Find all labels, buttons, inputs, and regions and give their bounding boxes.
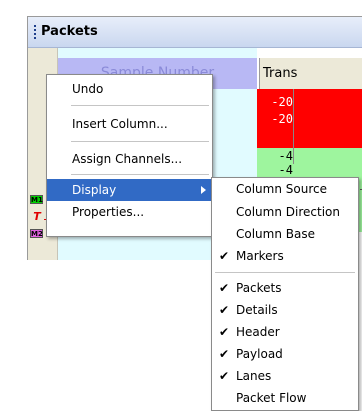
checkmark-icon: ✔ bbox=[219, 325, 230, 339]
submenu-item-label: Column Direction bbox=[236, 205, 340, 219]
column-header-trans[interactable]: Trans bbox=[259, 58, 362, 89]
submenu-item-label: Column Base bbox=[236, 227, 315, 241]
checkmark-icon: ✔ bbox=[219, 249, 230, 263]
menu-item-assign-channels[interactable]: Assign Channels... bbox=[47, 148, 212, 170]
cell-value: -20 bbox=[271, 95, 293, 109]
window-title: Packets bbox=[41, 24, 98, 39]
submenu-item-lanes[interactable]: ✔ Lanes bbox=[212, 365, 358, 387]
checkmark-icon: ✔ bbox=[219, 347, 230, 361]
submenu-item-label: Markers bbox=[236, 249, 284, 263]
marker-m2[interactable]: M2 bbox=[30, 229, 43, 238]
menu-item-display[interactable]: Display bbox=[47, 179, 212, 201]
submenu-item-label: Payload bbox=[236, 347, 283, 361]
drag-grip-icon[interactable] bbox=[34, 25, 36, 39]
column-separator bbox=[293, 89, 294, 164]
menu-separator bbox=[71, 105, 209, 106]
marker-trigger[interactable]: T bbox=[32, 211, 42, 222]
checkmark-icon: ✔ bbox=[219, 281, 230, 295]
submenu-item-column-direction[interactable]: Column Direction bbox=[212, 201, 358, 223]
menu-separator bbox=[71, 141, 209, 142]
submenu-item-label: Packet Flow bbox=[236, 391, 307, 405]
submenu-item-details[interactable]: ✔ Details bbox=[212, 299, 358, 321]
submenu-separator bbox=[215, 272, 355, 273]
submenu-item-header[interactable]: ✔ Header bbox=[212, 321, 358, 343]
menu-separator bbox=[71, 174, 209, 175]
submenu-item-label: Header bbox=[236, 325, 280, 339]
menu-item-insert-column[interactable]: Insert Column... bbox=[47, 113, 212, 135]
submenu-item-markers[interactable]: ✔ Markers bbox=[212, 245, 358, 267]
submenu-item-label: Packets bbox=[236, 281, 282, 295]
window-titlebar[interactable]: Packets bbox=[28, 17, 362, 48]
submenu-item-column-source[interactable]: Column Source bbox=[212, 178, 358, 200]
context-menu: Undo Insert Column... Assign Channels...… bbox=[46, 74, 213, 237]
submenu-item-label: Details bbox=[236, 303, 278, 317]
menu-item-undo[interactable]: Undo bbox=[47, 78, 212, 100]
grid-cell[interactable]: -20 bbox=[257, 111, 362, 128]
submenu-item-label: Column Source bbox=[236, 182, 327, 196]
display-submenu: Column Source Column Direction Column Ba… bbox=[211, 177, 359, 411]
submenu-item-packets[interactable]: ✔ Packets bbox=[212, 277, 358, 299]
checkmark-icon: ✔ bbox=[219, 369, 230, 383]
checkmark-icon: ✔ bbox=[219, 303, 230, 317]
cell-value: -20 bbox=[271, 112, 293, 126]
submenu-item-column-base[interactable]: Column Base bbox=[212, 223, 358, 245]
submenu-item-label: Lanes bbox=[236, 369, 272, 383]
grid-cell[interactable] bbox=[257, 128, 362, 148]
submenu-item-packet-flow[interactable]: Packet Flow bbox=[212, 387, 358, 409]
menu-item-display-label: Display bbox=[72, 183, 117, 197]
submenu-item-payload[interactable]: ✔ Payload bbox=[212, 343, 358, 365]
marker-m1[interactable]: M1 bbox=[30, 195, 43, 204]
menu-item-properties[interactable]: Properties... bbox=[47, 201, 212, 223]
grid-cell[interactable]: -20 bbox=[257, 94, 362, 111]
submenu-arrow-icon bbox=[201, 186, 206, 194]
